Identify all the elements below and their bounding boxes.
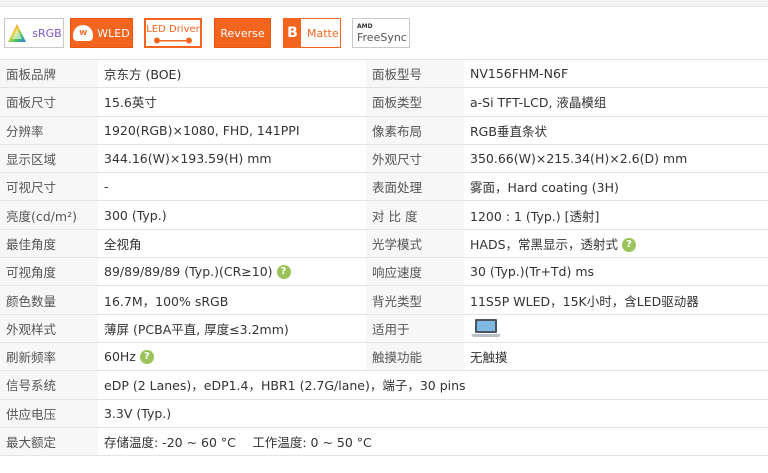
spec-value: 薄屏 (PCBA平直, 厚度≤3.2mm) [98, 313, 366, 343]
spec-label: 显示区域 [0, 143, 98, 173]
spec-label: 颜色数量 [0, 285, 98, 315]
spec-value: NV156FHM-N6F [464, 58, 768, 88]
spec-label: 分辨率 [0, 115, 98, 145]
table-row: 最佳角度 全视角 光学模式 HADS，常黑显示，透射式? [0, 228, 768, 258]
table-row: 显示区域 344.16(W)×193.59(H) mm 外观尺寸 350.66(… [0, 143, 768, 173]
spec-value: RGB垂直条状 [464, 115, 768, 145]
table-row: 可视尺寸 - 表面处理 雾面，Hard coating (3H) [0, 172, 768, 201]
table-row: 亮度(cd/m²) 300 (Typ.) 对 比 度 1200 : 1 (Typ… [0, 200, 768, 230]
spec-label: 最佳角度 [0, 228, 98, 258]
spec-label: 触摸功能 [366, 341, 464, 371]
spec-label: 像素布局 [366, 115, 464, 145]
spec-label: 背光类型 [366, 285, 464, 315]
laptop-icon[interactable] [470, 318, 502, 338]
spec-value: 344.16(W)×193.59(H) mm [98, 143, 366, 173]
srgb-label: sRGB [32, 26, 62, 40]
help-icon[interactable]: ? [139, 350, 154, 365]
feature-badges: sRGB W WLED LED Driver Reverse B Matte A… [0, 8, 768, 60]
spec-value: 无触摸 [464, 341, 768, 371]
spec-value: 京东方 (BOE) [98, 58, 366, 88]
table-row: 信号系统 eDP (2 Lanes)，eDP1.4，HBR1 (2.7G/lan… [0, 370, 768, 400]
table-row: 供应电压 3.3V (Typ.) [0, 398, 768, 428]
spec-value: 89/89/89/89 (Typ.)(CR≥10) [104, 263, 273, 279]
spec-value: HADS，常黑显示，透射式 [470, 236, 619, 252]
spec-value: 15.6英寸 [98, 87, 366, 117]
color-gamut-icon [8, 24, 27, 42]
table-row: 外观样式 薄屏 (PCBA平直, 厚度≤3.2mm) 适用于 [0, 313, 768, 343]
table-row: 颜色数量 16.7M，100% sRGB 背光类型 11S5P WLED，15K… [0, 285, 768, 315]
spec-value: a-Si TFT-LCD, 液晶模组 [464, 87, 768, 117]
spec-label: 对 比 度 [366, 200, 464, 230]
table-row: 最大额定 存储温度: -20 ~ 60 °C 工作温度: 0 ~ 50 °C [0, 426, 768, 457]
matte-badge: B Matte [283, 18, 341, 48]
spec-value: - [98, 172, 366, 201]
spec-value-with-help: HADS，常黑显示，透射式? [464, 228, 768, 258]
spec-value: 16.7M，100% sRGB [98, 285, 366, 315]
spec-label: 面板品牌 [0, 58, 98, 88]
table-row: 分辨率 1920(RGB)×1080, FHD, 141PPI 像素布局 RGB… [0, 115, 768, 145]
spec-label: 面板型号 [366, 58, 464, 88]
reverse-badge: Reverse [214, 18, 271, 48]
srgb-badge: sRGB [4, 18, 64, 48]
spec-label: 光学模式 [366, 228, 464, 258]
spec-value: 300 (Typ.) [98, 200, 366, 230]
freesync-label: FreeSync [357, 30, 407, 44]
spec-value: 3.3V (Typ.) [98, 398, 768, 428]
spec-value: 60Hz [104, 348, 136, 364]
spec-label: 外观尺寸 [366, 143, 464, 173]
spec-value: 雾面，Hard coating (3H) [464, 172, 768, 201]
wled-badge: W WLED [70, 18, 133, 48]
spec-label: 面板尺寸 [0, 87, 98, 117]
freesync-badge: AMD FreeSync [352, 18, 410, 48]
spec-label: 适用于 [366, 313, 464, 343]
spec-value: 1200 : 1 (Typ.) [透射] [464, 200, 768, 230]
spec-label: 可视角度 [0, 257, 98, 286]
driver-connector-icon [154, 37, 192, 43]
table-row: 面板尺寸 15.6英寸 面板类型 a-Si TFT-LCD, 液晶模组 [0, 87, 768, 117]
spec-label: 外观样式 [0, 313, 98, 343]
spec-value [464, 313, 768, 343]
help-icon[interactable]: ? [622, 238, 637, 253]
matte-letter-icon: B [284, 19, 301, 47]
spec-value: 存储温度: -20 ~ 60 °C 工作温度: 0 ~ 50 °C [98, 426, 768, 457]
led-driver-badge: LED Driver [144, 18, 202, 48]
led-driver-label: LED Driver [146, 23, 200, 35]
spec-value: 1920(RGB)×1080, FHD, 141PPI [98, 115, 366, 145]
spec-value: 全视角 [98, 228, 366, 258]
table-row: 刷新频率 60Hz? 触摸功能 无触摸 [0, 341, 768, 371]
spec-table: 面板品牌 京东方 (BOE) 面板型号 NV156FHM-N6F 面板尺寸 15… [0, 58, 768, 457]
spec-label: 可视尺寸 [0, 172, 98, 201]
reverse-label: Reverse [220, 26, 265, 40]
top-divider [0, 0, 768, 7]
spec-label: 刷新频率 [0, 341, 98, 371]
table-row: 可视角度 89/89/89/89 (Typ.)(CR≥10)? 响应速度 30 … [0, 257, 768, 286]
table-row: 面板品牌 京东方 (BOE) 面板型号 NV156FHM-N6F [0, 58, 768, 88]
amd-logo: AMD [357, 22, 373, 30]
spec-value: eDP (2 Lanes)，eDP1.4，HBR1 (2.7G/lane)，端子… [98, 370, 768, 400]
wled-label: WLED [97, 26, 130, 40]
spec-value: 11S5P WLED，15K小时，含LED驱动器 [464, 285, 768, 315]
matte-label: Matte [307, 26, 339, 40]
spec-label: 亮度(cd/m²) [0, 200, 98, 230]
spec-value: 30 (Typ.)(Tr+Td) ms [464, 257, 768, 286]
spec-label: 表面处理 [366, 172, 464, 201]
spec-label: 最大额定 [0, 426, 98, 457]
spec-label: 响应速度 [366, 257, 464, 286]
led-bulb-icon: W [73, 25, 94, 41]
spec-value-with-help: 60Hz? [98, 341, 366, 371]
spec-label: 信号系统 [0, 370, 98, 400]
spec-label: 供应电压 [0, 398, 98, 428]
spec-value: 350.66(W)×215.34(H)×2.6(D) mm [464, 143, 768, 173]
help-icon[interactable]: ? [276, 265, 291, 280]
spec-value-with-help: 89/89/89/89 (Typ.)(CR≥10)? [98, 257, 366, 286]
spec-label: 面板类型 [366, 87, 464, 117]
